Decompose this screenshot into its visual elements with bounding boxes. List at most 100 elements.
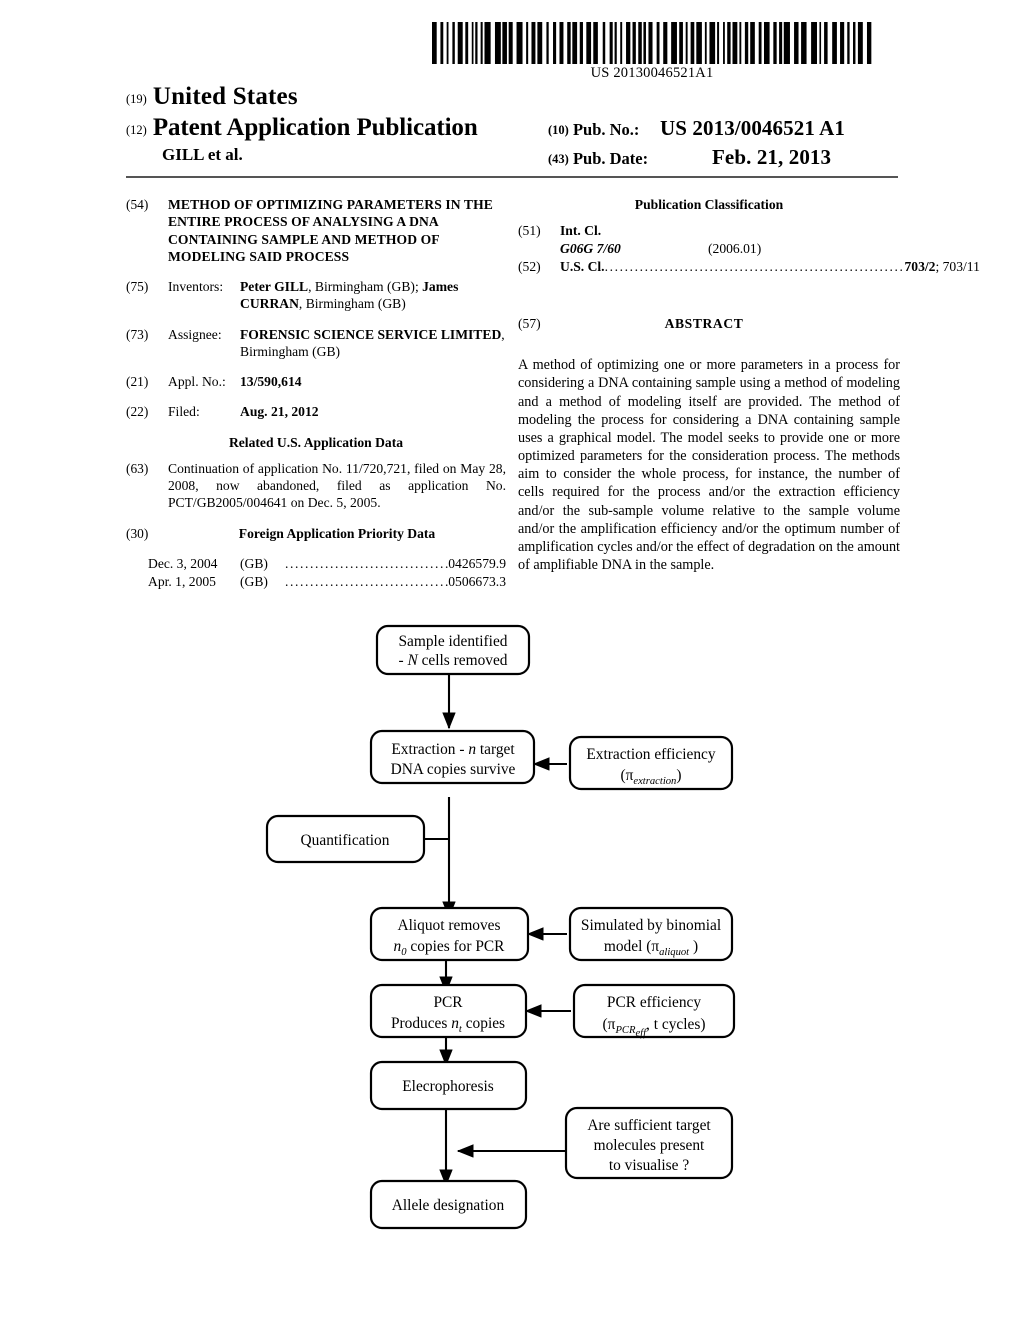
pub-no-value: US 2013/0046521 A1	[660, 116, 845, 140]
foreign-priority-heading: Foreign Application Priority Data	[238, 525, 436, 541]
pub-date-label: Pub. Date:	[572, 149, 649, 168]
assignee-value: FORENSIC SCIENCE SERVICE LIMITED, Birmin…	[240, 326, 506, 361]
barcode-block: US 20130046521A1	[418, 22, 886, 82]
field-foreign-priority-heading: (30) Foreign Application Priority Data	[126, 525, 506, 542]
node-extraction-line2: DNA copies survive	[391, 761, 516, 778]
field-appl-no: (21) Appl. No.: 13/590,614	[126, 373, 506, 390]
field-continuation: (63) Continuation of application No. 11/…	[126, 460, 506, 512]
field-filed: (22) Filed: Aug. 21, 2012	[126, 403, 506, 420]
node-sufficient-line1: Are sufficient target	[587, 1117, 711, 1134]
header-right: (10) Pub. No.: US 2013/0046521 A1 (43) P…	[548, 116, 908, 174]
flowchart-svg: Sample identified - N cells removed Extr…	[265, 624, 736, 1230]
pub-no-row: (10) Pub. No.: US 2013/0046521 A1	[548, 116, 908, 141]
pub-date-label-group: (43) Pub. Date:	[548, 149, 660, 169]
related-application-heading: Related U.S. Application Data	[228, 434, 404, 450]
bibliographic-left-column: (54) METHOD OF OPTIMIZING PARAMETERS IN …	[126, 196, 506, 591]
filed-value: Aug. 21, 2012	[240, 404, 319, 420]
priority-leader-dots: ........................................…	[285, 555, 448, 571]
node-sufficient-line2: molecules present	[594, 1137, 705, 1154]
assignee-name: FORENSIC SCIENCE SERVICE LIMITED	[240, 326, 502, 342]
assignee-label: Assignee:	[168, 326, 222, 342]
field-us-cl: (52) U.S. Cl. ..........................…	[518, 258, 980, 275]
priority-row: Dec. 3, 2004 (GB)........................…	[148, 555, 506, 573]
pub-no-label: Pub. No.:	[572, 120, 640, 139]
priority-country: (GB)	[240, 555, 268, 571]
abstract-heading: ABSTRACT	[664, 316, 744, 331]
pub-no-label-group: (10) Pub. No.:	[548, 120, 660, 140]
process-flowchart: Sample identified - N cells removed Extr…	[0, 612, 1024, 1272]
patent-front-page: US 20130046521A1 (19) United States (12) P…	[0, 0, 1024, 1320]
abstract-heading-row: (57) ABSTRACT	[518, 315, 900, 332]
authors-line: GILL et al.	[162, 145, 243, 164]
priority-leader-dots: ........................................…	[285, 574, 448, 590]
node-pcr-eff-line1: PCR efficiency	[607, 994, 701, 1011]
code-30: (30)	[126, 525, 149, 541]
barcode-number: US 20130046521A1	[590, 65, 714, 81]
int-cl-label: Int. Cl.	[560, 223, 602, 239]
node-binomial-line1: Simulated by binomial	[581, 917, 721, 934]
code-10: (10)	[548, 123, 569, 137]
code-43: (43)	[548, 152, 569, 166]
node-extraction-eff-line1: Extraction efficiency	[586, 746, 715, 763]
code-12: (12)	[126, 123, 147, 137]
int-cl-body: Int. Cl. G06G 7/60 (2006.01)	[560, 222, 900, 257]
int-cl-symbol: G06G 7/60	[560, 240, 621, 256]
header-left: (19) United States (12) Patent Application…	[126, 84, 526, 165]
code-19: (19)	[126, 92, 147, 106]
node-quantification-label: Quantification	[301, 832, 390, 849]
header-divider	[126, 176, 898, 178]
node-sample-line2: - N cells removed	[399, 652, 508, 669]
priority-country: (GB)	[240, 574, 268, 590]
node-sample-line1: Sample identified	[399, 633, 508, 650]
code-75: (75)	[126, 279, 149, 294]
doc-type: Patent Application Publication	[152, 114, 478, 141]
field-inventors: (75) Inventors: Peter GILL, Birmingham (…	[126, 278, 506, 313]
us-cl-primary: 703/2	[904, 258, 936, 274]
appl-no-label: Appl. No.:	[168, 374, 226, 389]
int-cl-symbol-line: G06G 7/60 (2006.01)	[560, 240, 900, 257]
publication-classification-heading: Publication Classification	[634, 197, 784, 212]
continuation-text: Continuation of application No. 11/720,7…	[168, 460, 506, 511]
priority-date: Dec. 3, 2004	[148, 555, 218, 571]
int-cl-version: (2006.01)	[708, 240, 762, 256]
pub-date-value: Feb. 21, 2013	[712, 145, 832, 169]
node-allele-label: Allele designation	[392, 1197, 505, 1214]
priority-date: Apr. 1, 2005	[148, 574, 216, 590]
field-title: (54) METHOD OF OPTIMIZING PARAMETERS IN …	[126, 196, 506, 265]
code-22: (22)	[126, 404, 149, 420]
bibliographic-right-column: Publication Classification (51) Int. Cl.…	[518, 196, 980, 574]
inventors-label: Inventors:	[168, 279, 224, 294]
barcode-image	[432, 22, 872, 64]
code-51: (51)	[518, 223, 541, 239]
appl-no-value: 13/590,614	[240, 374, 302, 389]
filed-label: Filed:	[168, 404, 200, 420]
code-21: (21)	[126, 374, 149, 389]
priority-number: 0506673.3	[448, 574, 506, 590]
inventor-1-location: , Birmingham (GB);	[308, 279, 423, 294]
code-57: (57)	[518, 316, 541, 331]
country-name: United States	[152, 83, 298, 110]
inventors-value: Peter GILL, Birmingham (GB); James CURRA…	[240, 278, 506, 313]
us-cl-label: U.S. Cl.	[560, 258, 605, 274]
code-63: (63)	[126, 460, 149, 476]
node-extraction-line1: Extraction - n target	[391, 741, 515, 758]
country-line: (19) United States	[126, 84, 526, 109]
field-int-cl: (51) Int. Cl. G06G 7/60 (2006.01)	[518, 222, 900, 257]
node-pcr-line1: PCR	[433, 994, 463, 1011]
invention-title: METHOD OF OPTIMIZING PARAMETERS IN THE E…	[168, 197, 493, 264]
priority-number: 0426579.9	[448, 555, 506, 571]
us-cl-body: U.S. Cl. ...............................…	[560, 258, 980, 275]
foreign-priority-table: Dec. 3, 2004 (GB)........................…	[148, 555, 506, 592]
code-52: (52)	[518, 258, 541, 274]
inventor-2-location: , Birmingham (GB)	[298, 296, 406, 312]
node-electrophoresis-label: Elecrophoresis	[402, 1078, 493, 1095]
document-header: (19) United States (12) Patent Application…	[0, 84, 1024, 176]
us-cl-secondary: ; 703/11	[935, 258, 980, 274]
field-assignee: (73) Assignee: FORENSIC SCIENCE SERVICE …	[126, 326, 506, 361]
us-cl-leader-dots: ........................................…	[604, 258, 905, 274]
code-73: (73)	[126, 326, 149, 342]
abstract-text: A method of optimizing one or more param…	[518, 357, 900, 574]
priority-row: Apr. 1, 2005 (GB)........................…	[148, 573, 506, 591]
code-54: (54)	[126, 197, 149, 212]
pub-date-row: (43) Pub. Date: Feb. 21, 2013	[548, 145, 908, 170]
